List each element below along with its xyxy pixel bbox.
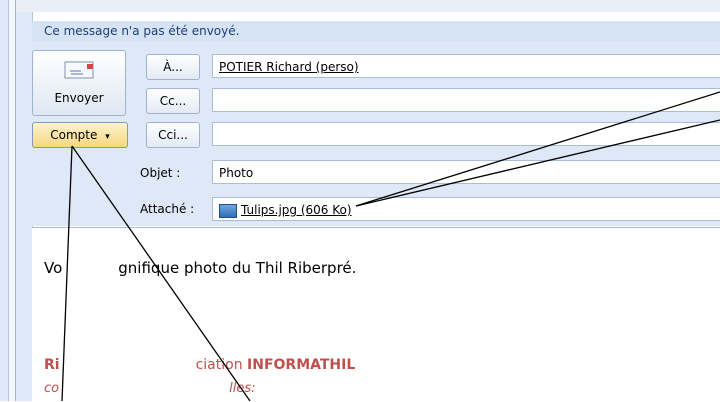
send-button[interactable]: Envoyer [32, 50, 126, 116]
to-field[interactable]: POTIER Richard (perso) [212, 54, 720, 78]
cc-button[interactable]: Cc... [146, 88, 200, 114]
send-icon [64, 61, 94, 79]
signature-line: Ri ciation INFORMATHIL [44, 357, 355, 373]
toolbar-strip [16, 0, 720, 12]
message-body[interactable] [32, 227, 720, 402]
left-gutter [16, 12, 33, 401]
to-button[interactable]: À... [146, 54, 200, 80]
signature-start: Ri [44, 357, 60, 373]
signature-subline: co lles: [44, 381, 255, 396]
attachment-link[interactable]: Tulips.jpg (606 Ko) [241, 203, 352, 217]
body-line: Vo gnifique photo du Thil Riberpré. [44, 259, 356, 277]
attached-label: Attaché : [140, 202, 195, 216]
body-line-start: Vo [44, 259, 63, 277]
attachment-field[interactable]: Tulips.jpg (606 Ko) [212, 197, 720, 221]
send-label: Envoyer [54, 91, 104, 105]
signature-org: INFORMATHIL [247, 357, 356, 373]
account-button[interactable]: Compte ▾ [32, 122, 128, 148]
bcc-button[interactable]: Cci... [146, 122, 200, 148]
image-file-icon [219, 203, 237, 218]
subline-end: lles: [229, 381, 256, 396]
subject-field[interactable]: Photo [212, 160, 720, 184]
window-border-left [0, 0, 9, 401]
subject-label: Objet : [140, 166, 181, 180]
account-label: Compte [50, 128, 98, 142]
window-frame-left [9, 0, 16, 401]
subline-start: co [44, 381, 60, 396]
bcc-field[interactable] [212, 122, 720, 146]
signature-mid: ciation [195, 357, 248, 373]
info-bar: Ce message n'a pas été envoyé. [32, 21, 720, 42]
cc-field[interactable] [212, 88, 720, 112]
body-line-end: gnifique photo du Thil Riberpré. [118, 259, 357, 277]
dropdown-arrow-icon: ▾ [105, 132, 110, 142]
